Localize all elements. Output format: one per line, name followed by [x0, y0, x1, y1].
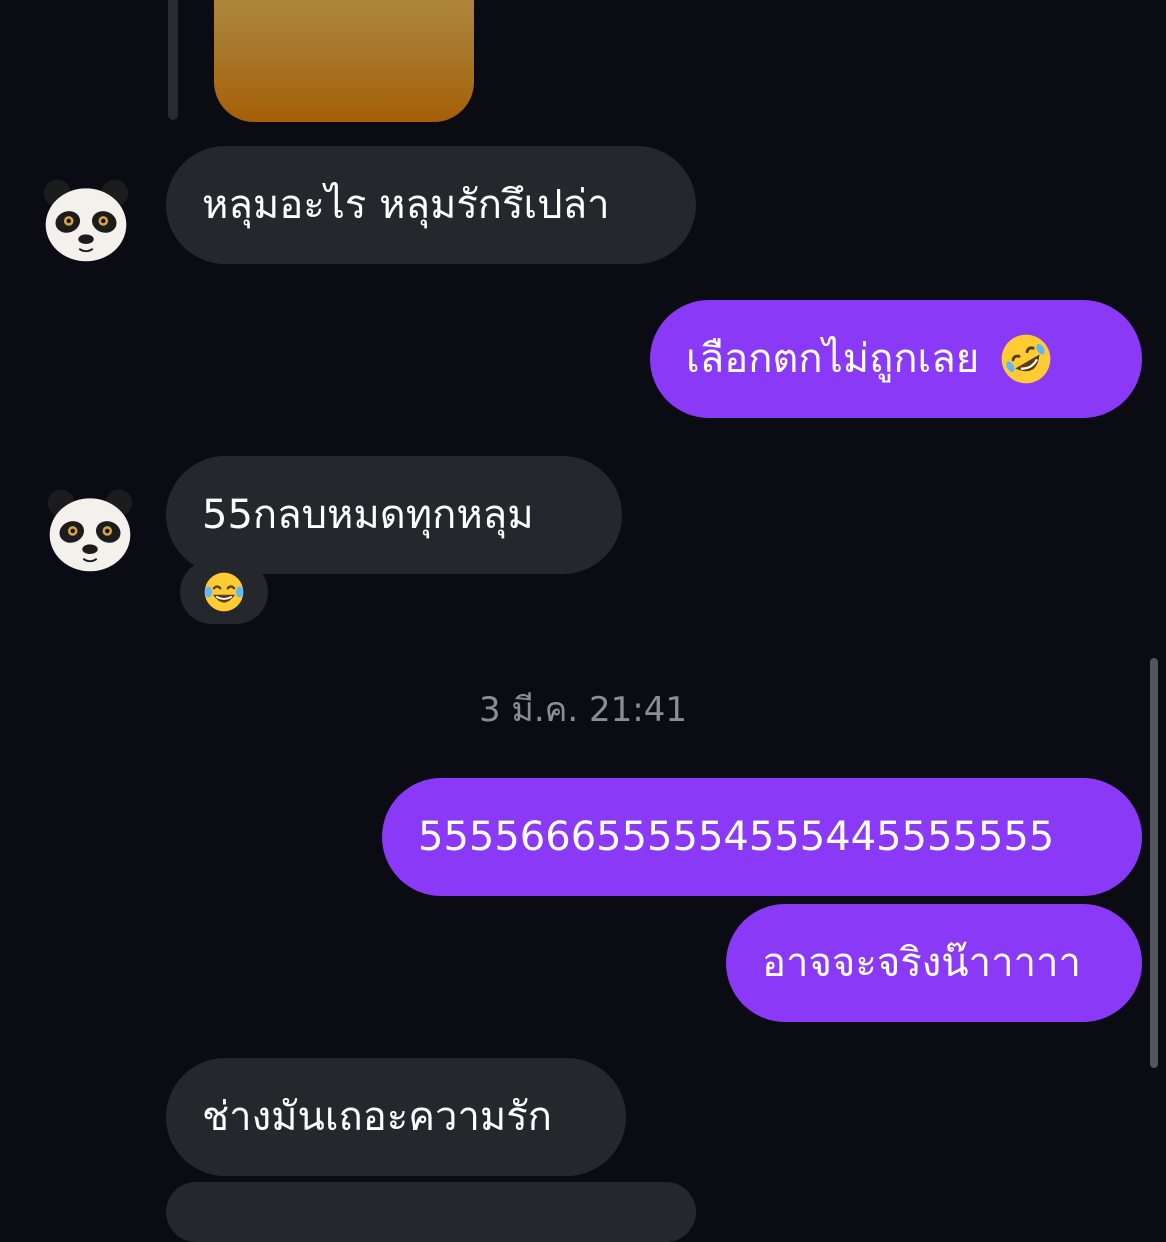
message-bubble-incoming[interactable]: ช่างมันเถอะความรัก [166, 1058, 626, 1176]
message-bubble-incoming-partial[interactable] [166, 1182, 696, 1242]
message-text: เลือกตกไม่ถูกเลย [686, 336, 980, 382]
scrollbar[interactable] [1150, 658, 1158, 1068]
message-text: อาจจะจริงน๊าาาาา [762, 940, 1081, 986]
message-reaction[interactable] [180, 560, 268, 624]
panda-avatar-icon[interactable] [42, 482, 138, 578]
face-with-tears-of-joy-emoji-icon [204, 572, 244, 612]
message-text: 5555666555554555445555555 [418, 814, 1055, 860]
panda-avatar-icon[interactable] [38, 172, 134, 268]
message-text: หลุมอะไร หลุมรักรึเปล่า [202, 182, 610, 228]
message-bubble-incoming[interactable]: หลุมอะไร หลุมรักรึเปล่า [166, 146, 696, 264]
message-bubble-outgoing[interactable]: อาจจะจริงน๊าาาาา [726, 904, 1142, 1022]
message-bubble-outgoing[interactable]: เลือกตกไม่ถูกเลย [650, 300, 1142, 418]
reply-thread-line [168, 0, 178, 120]
message-text: 55กลบหมดทุกหลุม [202, 492, 534, 538]
chat-timestamp: 3 มี.ค. 21:41 [478, 690, 687, 730]
message-bubble-incoming[interactable]: 55กลบหมดทุกหลุม [166, 456, 622, 574]
message-text: ช่างมันเถอะความรัก [202, 1094, 552, 1140]
rolling-on-floor-laughing-emoji-icon [1001, 334, 1051, 384]
media-attachment[interactable] [214, 0, 474, 122]
message-bubble-outgoing[interactable]: 5555666555554555445555555 [382, 778, 1142, 896]
